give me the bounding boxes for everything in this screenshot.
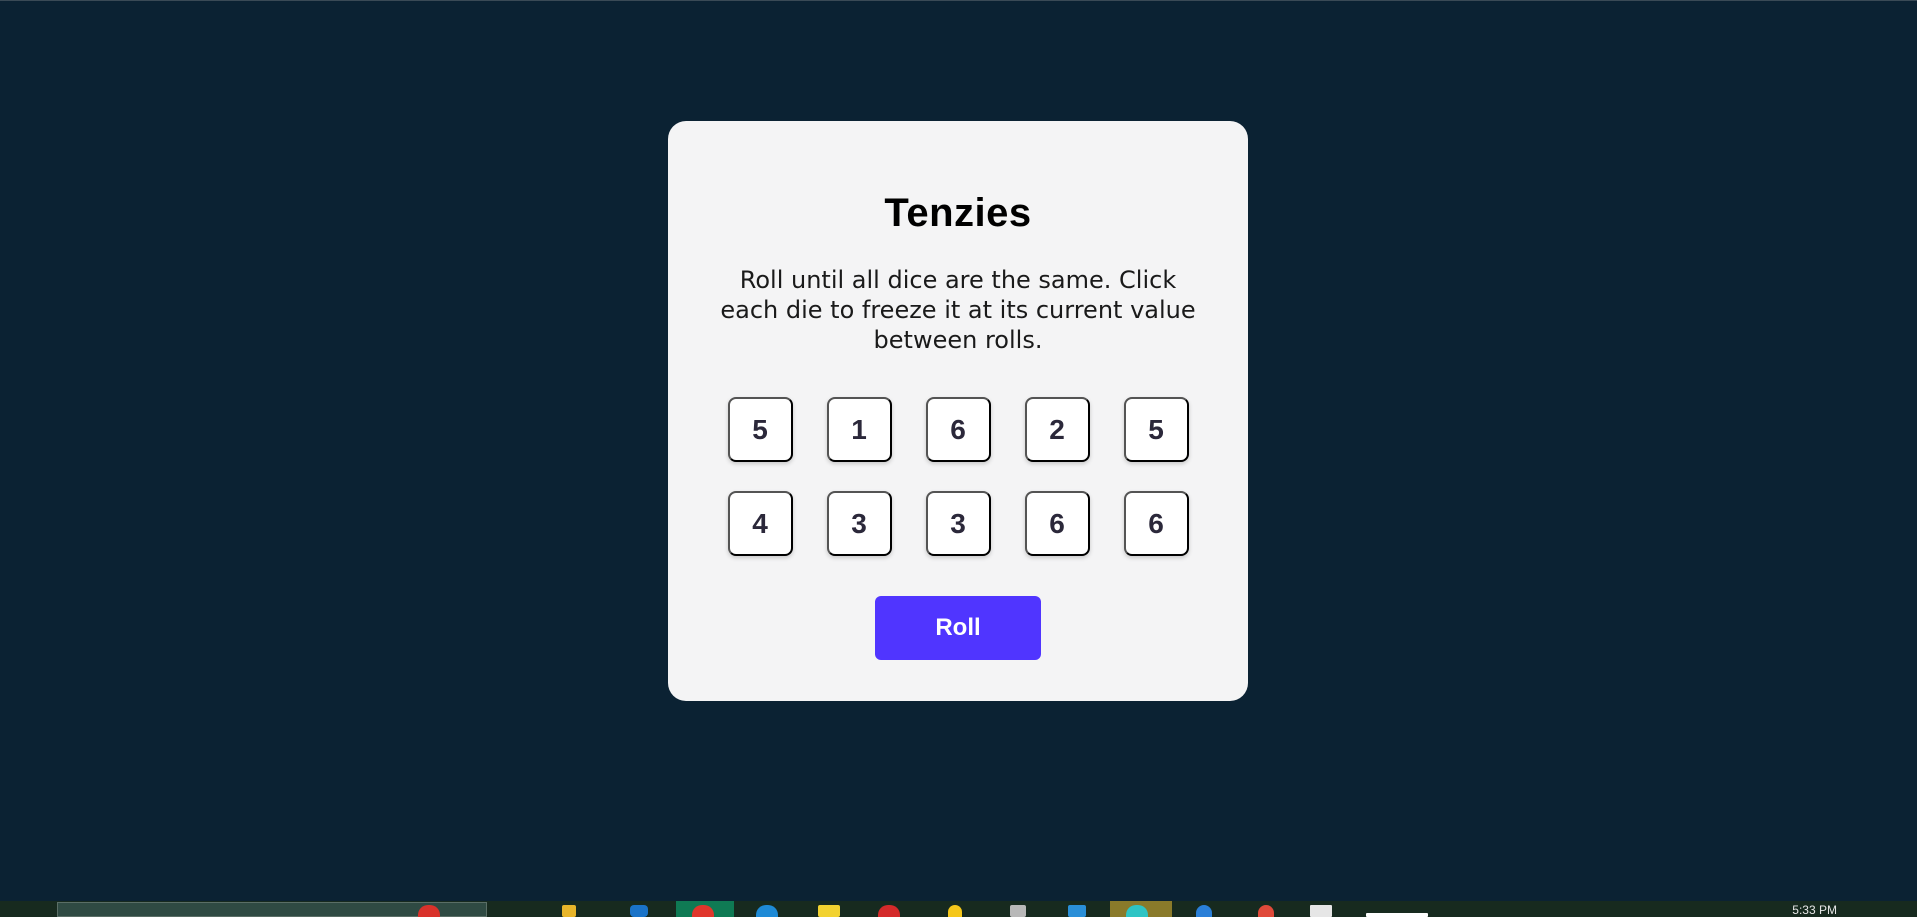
tenzies-card: Tenzies Roll until all dice are the same…: [668, 121, 1248, 701]
die-4[interactable]: 2: [1024, 397, 1090, 462]
taskbar-clock[interactable]: 5:33 PM: [1792, 904, 1837, 916]
die-9[interactable]: 6: [1024, 491, 1090, 556]
notes-icon[interactable]: [818, 905, 840, 917]
die-7[interactable]: 3: [826, 491, 892, 556]
files-icon[interactable]: [1010, 905, 1026, 917]
cursor-icon[interactable]: [1126, 905, 1148, 917]
taskbar: 5:33 PM: [0, 901, 1917, 917]
instructions-text: Roll until all dice are the same. Click …: [720, 266, 1196, 354]
dice-grid: 5 1 6 2 5 4 3 3 6 6: [727, 397, 1189, 556]
chrome-icon[interactable]: [692, 905, 714, 917]
die-3[interactable]: 6: [925, 397, 991, 462]
notepad-icon[interactable]: [1366, 913, 1428, 917]
die-2[interactable]: 1: [826, 397, 892, 462]
folder-icon[interactable]: [562, 905, 576, 917]
store-icon[interactable]: [630, 905, 648, 917]
git-icon[interactable]: [1258, 905, 1274, 917]
opera-icon[interactable]: [878, 905, 900, 917]
die-6[interactable]: 4: [727, 491, 793, 556]
die-8[interactable]: 3: [925, 491, 991, 556]
app-icon-red[interactable]: [418, 905, 440, 917]
die-10[interactable]: 6: [1123, 491, 1189, 556]
window-top-border: [0, 0, 1917, 1]
roll-button[interactable]: Roll: [875, 596, 1041, 660]
drive-icon[interactable]: [948, 905, 962, 917]
die-5[interactable]: 5: [1123, 397, 1189, 462]
edge-icon[interactable]: [756, 905, 778, 917]
vscode-icon[interactable]: [1068, 905, 1086, 917]
app-window: Tenzies Roll until all dice are the same…: [0, 0, 1917, 917]
editor-icon[interactable]: [1310, 905, 1332, 917]
die-1[interactable]: 5: [727, 397, 793, 462]
page-title: Tenzies: [884, 191, 1032, 235]
ide-icon[interactable]: [1196, 905, 1212, 917]
